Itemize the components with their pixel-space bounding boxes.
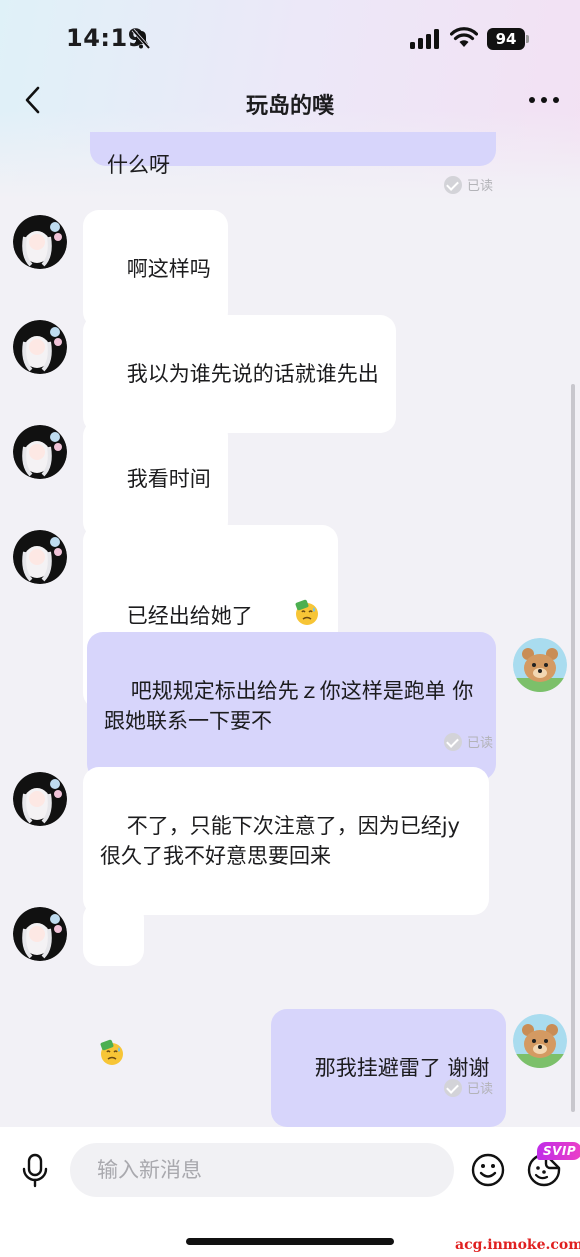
message-text: 什么呀 (107, 153, 170, 177)
more-options-icon[interactable] (527, 92, 561, 108)
message-text: 我以为谁先说的话就谁先出 (126, 362, 379, 386)
read-receipt: 已读 (444, 732, 493, 751)
wifi-icon (449, 27, 479, 53)
message-incoming-emoji[interactable] (83, 902, 144, 1065)
contact-avatar[interactable] (13, 907, 67, 961)
chat-message-list[interactable]: 什么呀 已读 啊这样吗 我以为谁先说的话就谁先出 我看时间 已经出给她了 吧规规… (0, 132, 580, 1127)
cellular-signal-icon (410, 29, 442, 53)
message-incoming[interactable]: 我看时间 (83, 420, 228, 538)
read-receipt-text: 已读 (467, 736, 494, 751)
emoji-picker-icon[interactable] (471, 1153, 505, 1191)
silent-bell-icon (130, 28, 152, 54)
contact-avatar[interactable] (13, 425, 67, 479)
message-text: 啊这样吗 (126, 257, 211, 281)
message-outgoing[interactable]: 什么呀 (90, 132, 496, 177)
read-receipt: 已读 (444, 175, 493, 194)
message-input[interactable] (70, 1143, 454, 1197)
sweat-money-emoji-icon (98, 979, 129, 1105)
message-outgoing[interactable]: 那我挂避雷了 谢谢 (271, 1009, 507, 1127)
read-check-icon (444, 175, 462, 194)
read-check-icon (444, 1078, 462, 1097)
message-incoming[interactable]: 不了，只能下次注意了，因为已经jy 很久了我不好意思要回来 (83, 767, 489, 915)
read-receipt: 已读 (444, 1078, 493, 1097)
chat-title: 玩岛的噗 (245, 94, 334, 119)
message-text: 我看时间 (126, 467, 211, 491)
contact-avatar[interactable] (13, 215, 67, 269)
message-outgoing[interactable]: 吧规规定标出给先ｚ你这样是跑单 你 跟她联系一下要不 (87, 632, 496, 780)
contact-avatar[interactable] (13, 530, 67, 584)
message-text: 那我挂避雷了 谢谢 (314, 1056, 490, 1080)
read-receipt-text: 已读 (467, 179, 494, 194)
message-text: 已经出给她了 (126, 604, 253, 628)
my-avatar[interactable] (513, 638, 567, 692)
status-bar: 14:19 94 (0, 0, 580, 70)
contact-avatar[interactable] (13, 772, 67, 826)
message-text: 不了，只能下次注意了，因为已经jy 很久了我不好意思要回来 (100, 814, 460, 868)
message-text: 吧规规定标出给先ｚ你这样是跑单 你 跟她联系一下要不 (104, 679, 474, 733)
my-avatar[interactable] (513, 1014, 567, 1068)
read-check-icon (444, 732, 462, 751)
battery-indicator: 94 (487, 28, 529, 50)
chat-scrollbar[interactable] (571, 384, 575, 1112)
watermark-text: acg.inmoke.com (455, 1237, 580, 1253)
nav-bar: 玩岛的噗 (0, 70, 580, 132)
read-receipt-text: 已读 (467, 1082, 494, 1097)
message-incoming[interactable]: 啊这样吗 (83, 210, 228, 328)
message-incoming[interactable]: 我以为谁先说的话就谁先出 (83, 315, 396, 433)
battery-level: 94 (487, 28, 525, 50)
input-bar: SVIP acg.inmoke.com (0, 1127, 580, 1257)
microphone-icon[interactable] (20, 1153, 50, 1193)
home-indicator (186, 1238, 394, 1245)
battery-nub (526, 35, 529, 43)
svip-badge: SVIP (537, 1142, 580, 1160)
contact-avatar[interactable] (13, 320, 67, 374)
